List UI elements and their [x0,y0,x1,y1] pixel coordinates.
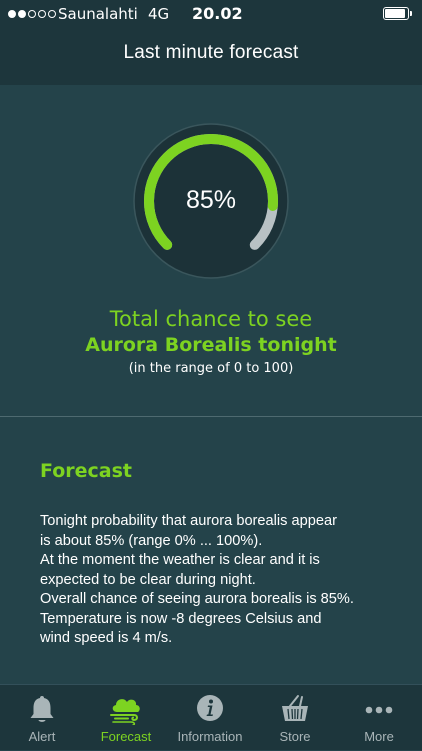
more-dots-icon [365,706,393,714]
forecast-heading: Forecast [40,460,132,482]
status-time: 20.02 [192,4,243,23]
forecast-line: expected to be clear during night. [40,571,256,588]
battery-level [385,9,406,18]
forecast-line: Tonight probability that aurora borealis… [40,513,337,529]
section-divider [0,416,422,417]
signal-strength-icon [8,10,56,18]
tab-more[interactable]: More [337,685,421,751]
chance-range-note: (in the range of 0 to 100) [128,361,294,376]
signal-dot [28,10,36,18]
signal-dot [8,10,16,18]
tab-forecast[interactable]: Forecast [84,685,168,751]
tab-label: Store [279,729,311,744]
network-type: 4G [148,5,170,23]
battery-icon [383,7,412,20]
bell-icon [30,696,54,722]
forecast-line: Overall chance of seeing aurora borealis… [40,591,354,607]
chance-title: Total chance to see [109,307,313,331]
probability-gauge: 85% [133,123,289,279]
basket-icon [282,695,308,721]
tab-information[interactable]: Information [168,685,252,751]
forecast-line: At the moment the weather is clear and i… [40,552,320,568]
signal-dot [38,10,46,18]
tab-store[interactable]: Store [253,685,337,751]
top-bar: Saunalahti 4G 20.02 Last minute forecast [0,0,422,85]
tab-label: More [364,729,394,744]
tab-alert[interactable]: Alert [0,685,84,751]
signal-dot [48,10,56,18]
forecast-line: Temperature is now -8 degrees Celsius an… [40,610,322,627]
info-icon [197,695,223,721]
carrier-name: Saunalahti [58,5,138,23]
signal-dot [18,10,26,18]
page-title: Last minute forecast [123,42,299,63]
tab-bar: Alert Forecast Information Store More [0,684,422,750]
chance-subject: Aurora Borealis tonight [85,334,337,356]
wind-cloud-icon [110,699,140,725]
tab-label: Information [177,729,243,744]
forecast-line: wind speed is 4 m/s. [40,630,173,646]
gauge-value: 85% [185,186,237,214]
status-bar: Saunalahti 4G 20.02 [0,0,422,30]
forecast-description: Tonight probability that aurora borealis… [40,512,400,649]
forecast-line: is about 85% (range 0% ... 100%). [40,532,263,549]
tab-label: Alert [28,729,56,744]
tab-label: Forecast [100,729,152,744]
